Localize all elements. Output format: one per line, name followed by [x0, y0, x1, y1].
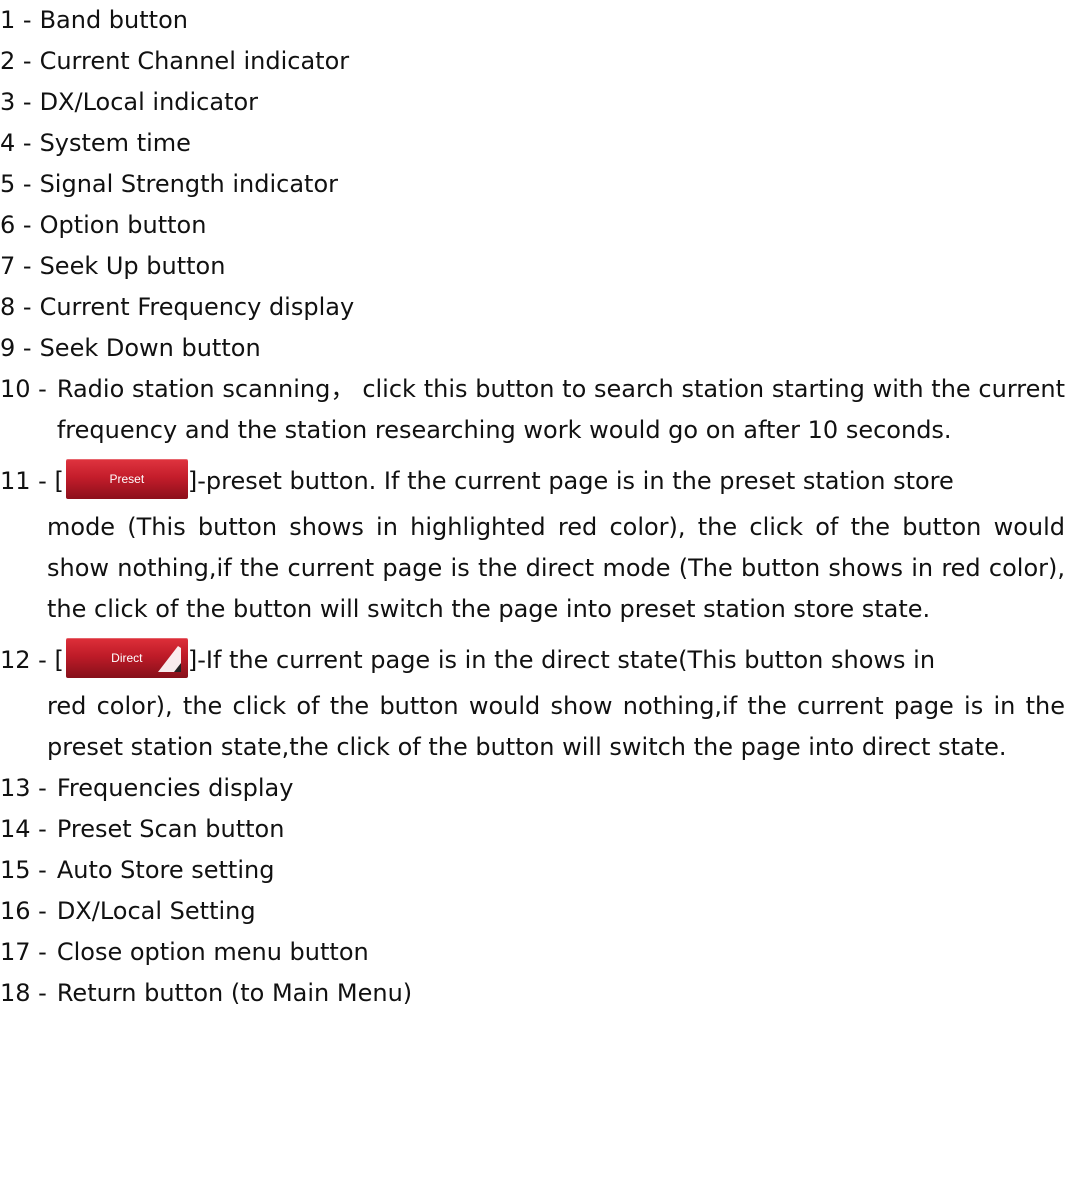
list-item: 9 - Seek Down button: [0, 328, 1065, 369]
item-number: 15 -: [0, 856, 47, 884]
list-item: 14 - Preset Scan button: [0, 809, 1065, 850]
preset-button-label: Preset: [109, 472, 145, 486]
item-text: Auto Store setting: [56, 856, 275, 884]
list-item: 1 - Band button: [0, 0, 1065, 41]
item-text: Radio station scanning， click this butto…: [56, 375, 1065, 444]
item-text: Current Channel indicator: [39, 47, 350, 75]
item-text: Current Frequency display: [39, 293, 355, 321]
list-item: 6 - Option button: [0, 205, 1065, 246]
item-number: 11 -: [0, 467, 47, 495]
item-number: 7 -: [0, 252, 32, 280]
list-item: 17 - Close option menu button: [0, 932, 1065, 973]
direct-button-image: Direct: [65, 638, 188, 678]
item-number: 17 -: [0, 938, 47, 966]
list-item: 2 - Current Channel indicator: [0, 41, 1065, 82]
item-number: 5 -: [0, 170, 32, 198]
legend-list: 1 - Band button 2 - Current Channel indi…: [0, 0, 1065, 1014]
item-number: 1 -: [0, 6, 32, 34]
list-item-preset: 11 - [ Preset ]-preset button. If the curr…: [0, 455, 1065, 630]
preset-button-image: Preset: [65, 459, 188, 499]
item-number: 13 -: [0, 774, 47, 802]
item-text: Close option menu button: [56, 938, 369, 966]
item-text: Frequencies display: [56, 774, 294, 802]
list-item: 15 - Auto Store setting: [0, 850, 1065, 891]
item-number: 4 -: [0, 129, 32, 157]
list-item: 13 - Frequencies display: [0, 768, 1065, 809]
item-text: Return button (to Main Menu): [56, 979, 413, 1007]
list-item: 5 - Signal Strength indicator: [0, 164, 1065, 205]
list-item: 16 - DX/Local Setting: [0, 891, 1065, 932]
item-text: System time: [39, 129, 191, 157]
item-text: Seek Down button: [39, 334, 261, 362]
list-item: 8 - Current Frequency display: [0, 287, 1065, 328]
item-lead-text: ]-If the current page is in the direct s…: [187, 646, 936, 674]
list-item-direct: 12 - [ Direct ]-If the current page is in …: [0, 634, 1065, 768]
item-number: 9 -: [0, 334, 32, 362]
item-number: 12 -: [0, 646, 47, 674]
list-item: 18 - Return button (to Main Menu): [0, 973, 1065, 1014]
list-item: 4 - System time: [0, 123, 1065, 164]
item-number: 2 -: [0, 47, 32, 75]
item-number: 6 -: [0, 211, 32, 239]
item-number: 10 -: [0, 375, 47, 403]
item-text: Seek Up button: [39, 252, 226, 280]
item-lead-text: ]-preset button. If the current page is …: [187, 467, 954, 495]
list-item-scanning: 10 - Radio station scanning， click this …: [0, 369, 1065, 451]
direct-slash-icon: [157, 646, 181, 672]
item-number: 16 -: [0, 897, 47, 925]
list-item: 7 - Seek Up button: [0, 246, 1065, 287]
list-item: 3 - DX/Local indicator: [0, 82, 1065, 123]
item-text: Option button: [39, 211, 207, 239]
item-text: Preset Scan button: [56, 815, 285, 843]
open-bracket: [: [54, 467, 64, 495]
open-bracket: [: [54, 646, 64, 674]
item-lead-line: 12 - [ Direct ]-If the current page is in …: [0, 634, 1065, 686]
item-number: 14 -: [0, 815, 47, 843]
item-text: Band button: [39, 6, 188, 34]
item-number: 3 -: [0, 88, 32, 116]
item-number: 8 -: [0, 293, 32, 321]
item-number: 18 -: [0, 979, 47, 1007]
direct-button-label: Direct: [111, 651, 143, 665]
item-rest-text: red color), the click of the button woul…: [47, 692, 1065, 761]
item-text: Signal Strength indicator: [39, 170, 339, 198]
item-rest-text: mode (This button shows in highlighted r…: [47, 513, 1065, 623]
item-text: DX/Local Setting: [56, 897, 256, 925]
item-text: DX/Local indicator: [39, 88, 259, 116]
item-lead-line: 11 - [ Preset ]-preset button. If the curr…: [0, 455, 1065, 507]
